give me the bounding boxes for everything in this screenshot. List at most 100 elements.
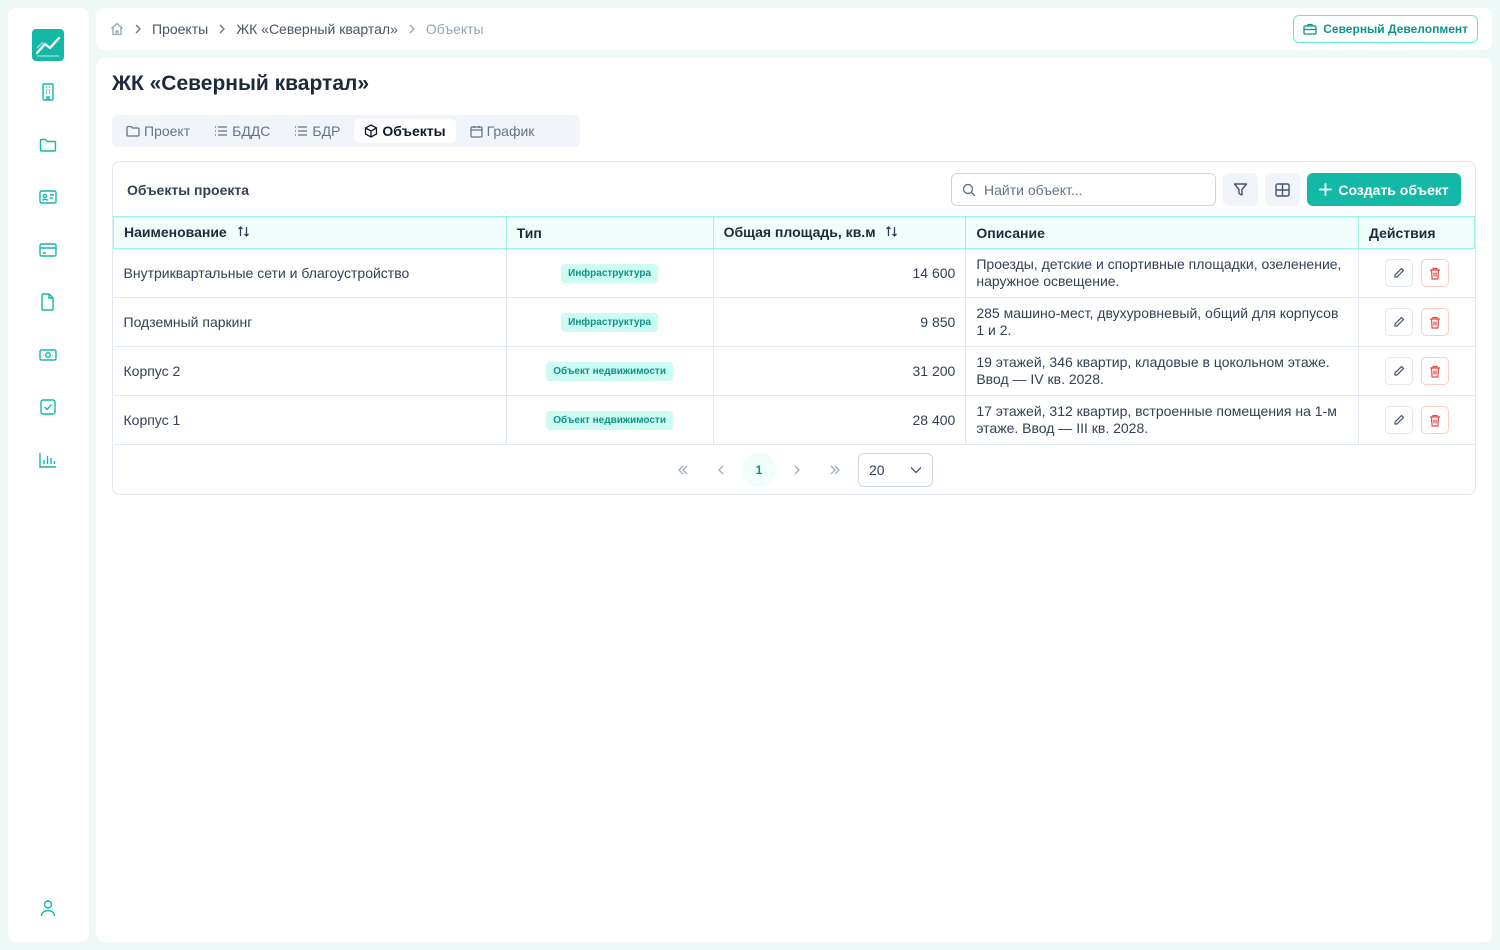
tab-label: БДР [312, 123, 341, 139]
page-size-select[interactable]: 20 [858, 453, 933, 487]
cell-description: Проезды, детские и спортивные площадки, … [965, 248, 1359, 298]
card-title: Объекты проекта [127, 182, 250, 198]
filter-button[interactable] [1223, 173, 1258, 206]
trash-icon [1429, 365, 1440, 378]
edit-button[interactable] [1384, 357, 1413, 385]
cell-actions [1358, 248, 1475, 298]
page-title: ЖК «Северный квартал» [112, 72, 370, 95]
cell-area: 9 850 [713, 297, 967, 347]
chevron-right-icon [794, 465, 800, 475]
trash-icon [1429, 316, 1440, 329]
company-name: Северный Девелопмент [1323, 22, 1468, 36]
delete-button[interactable] [1420, 308, 1449, 336]
chevrons-left-icon [678, 465, 688, 475]
create-object-button[interactable]: Создать объект [1307, 173, 1461, 206]
breadcrumb-current: Объекты [425, 21, 484, 37]
type-badge: Объект недвижимости [546, 411, 673, 430]
tab-objects[interactable]: Объекты [354, 119, 456, 143]
user-icon[interactable] [38, 898, 58, 918]
document-icon[interactable] [38, 292, 58, 312]
money-icon[interactable] [38, 345, 58, 365]
prev-page-button[interactable] [704, 453, 738, 487]
sort-icon[interactable] [237, 225, 250, 241]
table-row: Подземный паркинг Инфраструктура 9 850 2… [113, 297, 1475, 347]
last-page-button[interactable] [818, 453, 852, 487]
breadcrumb-projects[interactable]: Проекты [152, 21, 208, 37]
topbar: Проекты ЖК «Северный квартал» Объекты Се… [96, 8, 1492, 50]
column-header-area[interactable]: Общая площадь, кв.м [712, 216, 967, 249]
cell-description: 19 этажей, 346 квартир, кладовые в цокол… [965, 346, 1359, 396]
sort-icon[interactable] [885, 225, 898, 241]
cell-area: 14 600 [713, 248, 967, 298]
cell-type: Объект недвижимости [506, 395, 714, 445]
edit-button[interactable] [1384, 406, 1413, 434]
column-label: Наименование [124, 223, 227, 240]
page-size-value: 20 [869, 462, 885, 478]
search-box [951, 173, 1216, 206]
cell-description: 17 этажей, 312 квартир, встроенные помещ… [965, 395, 1359, 445]
filter-icon [1233, 183, 1248, 196]
logo[interactable] [32, 29, 64, 61]
create-object-label: Создать объект [1338, 181, 1449, 198]
tabs: Проект БДДС БДР Объекты График [112, 115, 580, 147]
cell-actions [1358, 395, 1475, 445]
briefcase-icon [1303, 23, 1317, 35]
column-header-actions: Действия [1358, 216, 1475, 249]
pencil-icon [1394, 365, 1405, 376]
plus-icon [1319, 183, 1333, 196]
breadcrumb: Проекты ЖК «Северный квартал» Объекты [110, 8, 484, 50]
credit-card-icon[interactable] [38, 240, 58, 260]
cell-name: Внутриквартальные сети и благоустройство [113, 248, 507, 298]
table-row: Корпус 2 Объект недвижимости 31 200 19 э… [113, 346, 1475, 396]
trash-icon [1429, 414, 1440, 427]
first-page-button[interactable] [666, 453, 700, 487]
breadcrumb-project[interactable]: ЖК «Северный квартал» [236, 21, 398, 37]
chevrons-right-icon [830, 465, 840, 475]
chevron-right-icon [134, 24, 142, 34]
bar-chart-icon[interactable] [38, 450, 58, 470]
home-icon[interactable] [110, 22, 124, 36]
tab-label: График [486, 123, 535, 139]
columns-button[interactable] [1265, 173, 1300, 206]
search-input[interactable] [984, 181, 1199, 198]
delete-button[interactable] [1420, 406, 1449, 434]
column-label: Общая площадь, кв.м [723, 223, 876, 240]
tab-label: Проект [144, 123, 191, 139]
delete-button[interactable] [1420, 259, 1449, 287]
next-page-button[interactable] [780, 453, 814, 487]
objects-table: Наименование Тип Общая площадь, кв.м Опи… [113, 216, 1475, 445]
pencil-icon [1394, 267, 1405, 278]
type-badge: Инфраструктура [561, 264, 659, 283]
edit-button[interactable] [1384, 259, 1413, 287]
table-row: Корпус 1 Объект недвижимости 28 400 17 э… [113, 395, 1475, 445]
tab-project[interactable]: Проект [116, 119, 200, 143]
cell-type: Инфраструктура [506, 248, 714, 298]
folder-icon [126, 125, 140, 137]
trend-chart-icon [35, 36, 61, 57]
building-icon[interactable] [38, 82, 58, 102]
column-header-name[interactable]: Наименование [113, 216, 507, 249]
cell-actions [1358, 346, 1475, 396]
tab-bdds[interactable]: БДДС [204, 119, 280, 143]
chevron-left-icon [718, 465, 724, 475]
id-card-icon[interactable] [38, 187, 58, 207]
folder-icon[interactable] [38, 135, 58, 155]
page-button[interactable]: 1 [742, 453, 776, 487]
cell-actions [1358, 297, 1475, 347]
type-badge: Инфраструктура [561, 313, 659, 332]
table-row: Внутриквартальные сети и благоустройство… [113, 248, 1475, 298]
delete-button[interactable] [1420, 357, 1449, 385]
cell-area: 31 200 [713, 346, 967, 396]
pencil-icon [1394, 414, 1405, 425]
checkbox-icon[interactable] [38, 397, 58, 417]
tab-bdr[interactable]: БДР [284, 119, 350, 143]
tab-schedule[interactable]: График [460, 119, 545, 143]
sidebar [8, 8, 89, 942]
company-button[interactable]: Северный Девелопмент [1293, 15, 1478, 43]
trash-icon [1429, 267, 1440, 280]
search-icon [962, 183, 976, 196]
edit-button[interactable] [1384, 308, 1413, 336]
type-badge: Объект недвижимости [546, 362, 673, 381]
cell-description: 285 машино-мест, двухуровневый, общий дл… [965, 297, 1359, 347]
pagination: 1 20 [666, 453, 933, 487]
